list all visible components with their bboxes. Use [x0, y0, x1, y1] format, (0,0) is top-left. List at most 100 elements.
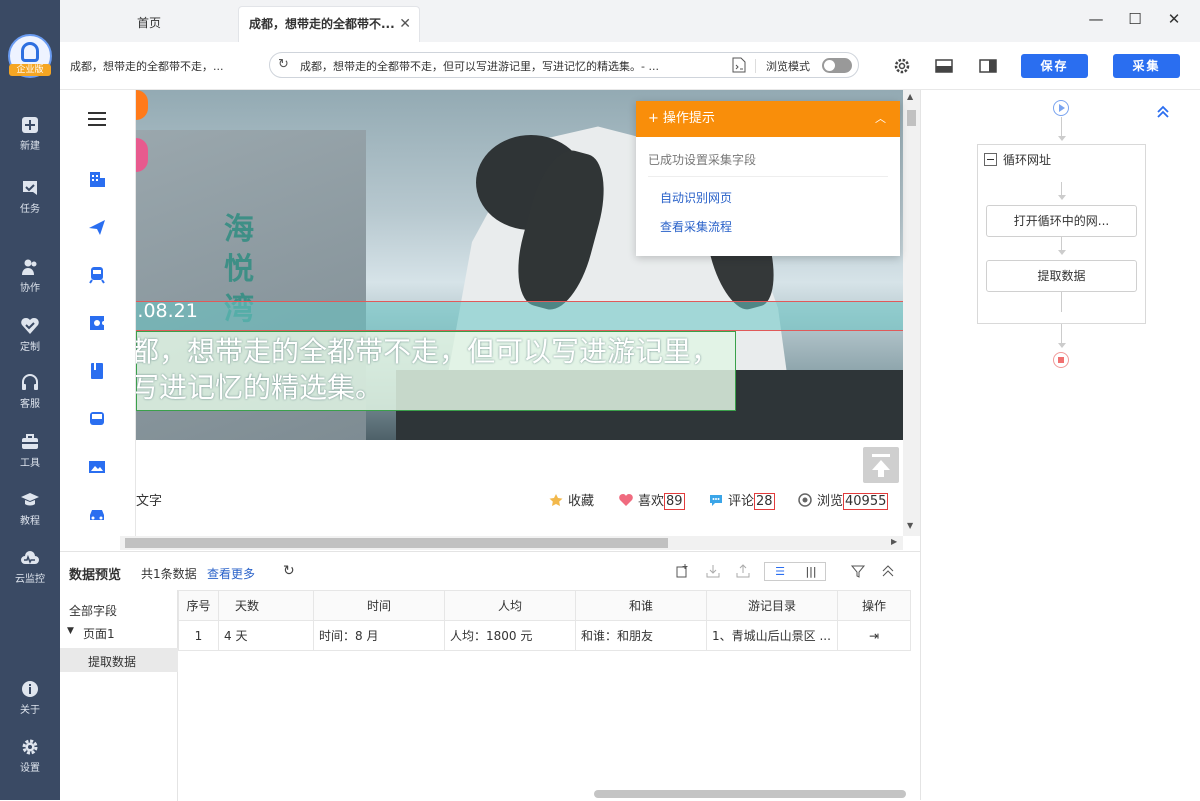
data-preview-panel: 数据预览 共1条数据 查看更多 ↻ ☰ ||| 全部字段 ▼ 页面1 提取数据 … [60, 551, 920, 801]
preview-horizontal-scrollbar[interactable] [594, 790, 906, 798]
like-stat[interactable]: 喜欢 89 [619, 490, 685, 510]
table-cell[interactable]: 时间：8 月 [313, 620, 445, 651]
table-cell[interactable]: 4 天 [218, 620, 314, 651]
tree-page[interactable]: 页面1 [83, 625, 115, 642]
column-header[interactable]: 时间 [313, 590, 445, 621]
url-text[interactable]: 成都，想带走的全都带不走，但可以写进游记里，写进记忆的精选集。- ... [300, 58, 700, 74]
nav-about[interactable]: 关于 [0, 679, 60, 729]
app-sidebar: 企业版 新建 任务 协作 定制 客服 工具 教程 云监控 关于 设置 [0, 0, 60, 800]
table-header-row: 序号 天数 时间 人均 和谁 游记目录 操作 [178, 590, 911, 621]
field-highlight [136, 301, 903, 331]
back-to-top-button[interactable] [863, 447, 899, 483]
tree-expand-icon[interactable]: ▼ [67, 626, 74, 636]
nav-new[interactable]: 新建 [0, 115, 60, 165]
table-cell[interactable]: 和谁：和朋友 [575, 620, 707, 651]
tree-extract-data[interactable]: 提取数据 [88, 653, 136, 670]
nav-tutorial[interactable]: 教程 [0, 490, 60, 540]
hotel-icon[interactable] [88, 170, 106, 188]
bus-icon[interactable] [88, 410, 106, 428]
nav-tools[interactable]: 工具 [0, 432, 60, 482]
photo-icon[interactable] [88, 458, 106, 476]
user-logo-icon [21, 42, 39, 62]
close-tab-icon[interactable]: ✕ [399, 7, 411, 41]
view-stat[interactable]: 浏览 40955 [798, 490, 889, 510]
edition-badge: 企业版 [9, 64, 51, 76]
column-header[interactable]: 天数 [218, 590, 314, 621]
car-icon[interactable] [88, 506, 106, 524]
reload-icon[interactable]: ↻ [278, 57, 289, 72]
view-more-link[interactable]: 查看更多 [207, 565, 255, 582]
settings-gear-icon[interactable] [892, 56, 912, 76]
favorite-stat[interactable]: 收藏 [549, 490, 594, 509]
list-view-icon[interactable]: ☰ [765, 564, 795, 580]
close-window-button[interactable]: ✕ [1161, 8, 1187, 30]
horizontal-scrollbar[interactable]: ▶ [120, 536, 903, 550]
scroll-thumb[interactable] [907, 110, 916, 126]
plane-icon[interactable] [88, 218, 106, 236]
end-node-icon[interactable] [1053, 352, 1069, 368]
collapse-up-icon[interactable] [880, 563, 896, 579]
nav-custom[interactable]: 定制 [0, 316, 60, 366]
add-field-icon[interactable] [674, 563, 690, 579]
collapse-icon[interactable]: ︿ [875, 101, 886, 137]
connector [1061, 292, 1062, 312]
view-flow-link[interactable]: 查看采集流程 [660, 218, 900, 235]
layout-horizontal-icon[interactable] [934, 56, 954, 76]
save-button[interactable]: 保存 [1021, 54, 1088, 78]
page-source-icon[interactable] [732, 57, 746, 73]
ticket-icon[interactable] [88, 314, 106, 332]
nav-settings[interactable]: 设置 [0, 737, 60, 787]
vertical-scrollbar[interactable]: ▲ ▼ [903, 90, 920, 536]
tab-home[interactable]: 首页 [60, 6, 238, 42]
refresh-icon[interactable]: ↻ [283, 563, 295, 579]
table-cell[interactable]: 1、青城山后山景区 ... [706, 620, 838, 651]
guidebook-icon[interactable] [88, 362, 106, 380]
column-header[interactable]: 游记目录 [706, 590, 838, 621]
selected-field-box[interactable]: 都，想带走的全都带不走，但可以写进游记里，写进记忆的精选集。 [136, 331, 736, 411]
table-cell[interactable]: ⇥ [837, 620, 911, 651]
scroll-down-arrow[interactable]: ▼ [907, 521, 913, 530]
minimize-button[interactable]: — [1083, 8, 1109, 30]
layout-vertical-icon[interactable] [978, 56, 998, 76]
column-header[interactable]: 人均 [444, 590, 576, 621]
tab-active-label: 成都，想带走的全都带不... [249, 17, 395, 31]
column-view-icon[interactable]: ||| [796, 564, 826, 580]
import-icon[interactable] [705, 563, 721, 579]
column-header: 序号 [178, 590, 219, 621]
scroll-up-arrow[interactable]: ▲ [907, 92, 913, 101]
star-icon [549, 494, 563, 506]
collapse-up-icon[interactable] [1155, 104, 1171, 120]
train-icon[interactable] [88, 266, 106, 284]
collapse-minus-icon[interactable] [984, 153, 997, 166]
url-bar[interactable]: ↻ 成都，想带走的全都带不走，但可以写进游记里，写进记忆的精选集。- ... 浏… [269, 52, 859, 78]
column-header: 操作 [837, 590, 911, 621]
start-node-icon[interactable] [1053, 100, 1069, 116]
comment-stat[interactable]: 评论 28 [709, 490, 775, 510]
maximize-button[interactable]: ☐ [1122, 8, 1148, 30]
nav-task[interactable]: 任务 [0, 178, 60, 228]
view-switch[interactable]: ☰ ||| [764, 562, 826, 581]
step-extract-data[interactable]: 提取数据 [986, 260, 1137, 292]
column-header[interactable]: 和谁 [575, 590, 707, 621]
nav-collaborate[interactable]: 协作 [0, 257, 60, 307]
auto-detect-link[interactable]: 自动识别网页 [660, 189, 900, 206]
connector-arrow [1058, 195, 1066, 200]
nav-service[interactable]: 客服 [0, 373, 60, 423]
scroll-thumb[interactable] [125, 538, 668, 548]
filter-icon[interactable] [850, 563, 866, 579]
browse-mode-toggle[interactable] [822, 58, 852, 73]
export-icon[interactable] [735, 563, 751, 579]
table-cell[interactable]: 人均：1800 元 [444, 620, 576, 651]
tip-header[interactable]: + 操作提示 ︿ [636, 101, 900, 137]
nav-cloud-monitor[interactable]: 云监控 [0, 548, 60, 598]
scroll-right-arrow[interactable]: ▶ [891, 537, 897, 546]
connector-arrow [1058, 250, 1066, 255]
tab-active[interactable]: 成都，想带走的全都带不... ✕ [238, 6, 420, 42]
row-action-icon[interactable]: ⇥ [869, 629, 879, 643]
collect-button[interactable]: 采集 [1113, 54, 1180, 78]
stat-value: 28 [754, 493, 775, 510]
menu-icon[interactable] [88, 112, 106, 126]
step-open-loop-url[interactable]: 打开循环中的网... [986, 205, 1137, 237]
tree-all-fields[interactable]: 全部字段 [69, 602, 117, 619]
nav-label: 协作 [20, 283, 40, 294]
